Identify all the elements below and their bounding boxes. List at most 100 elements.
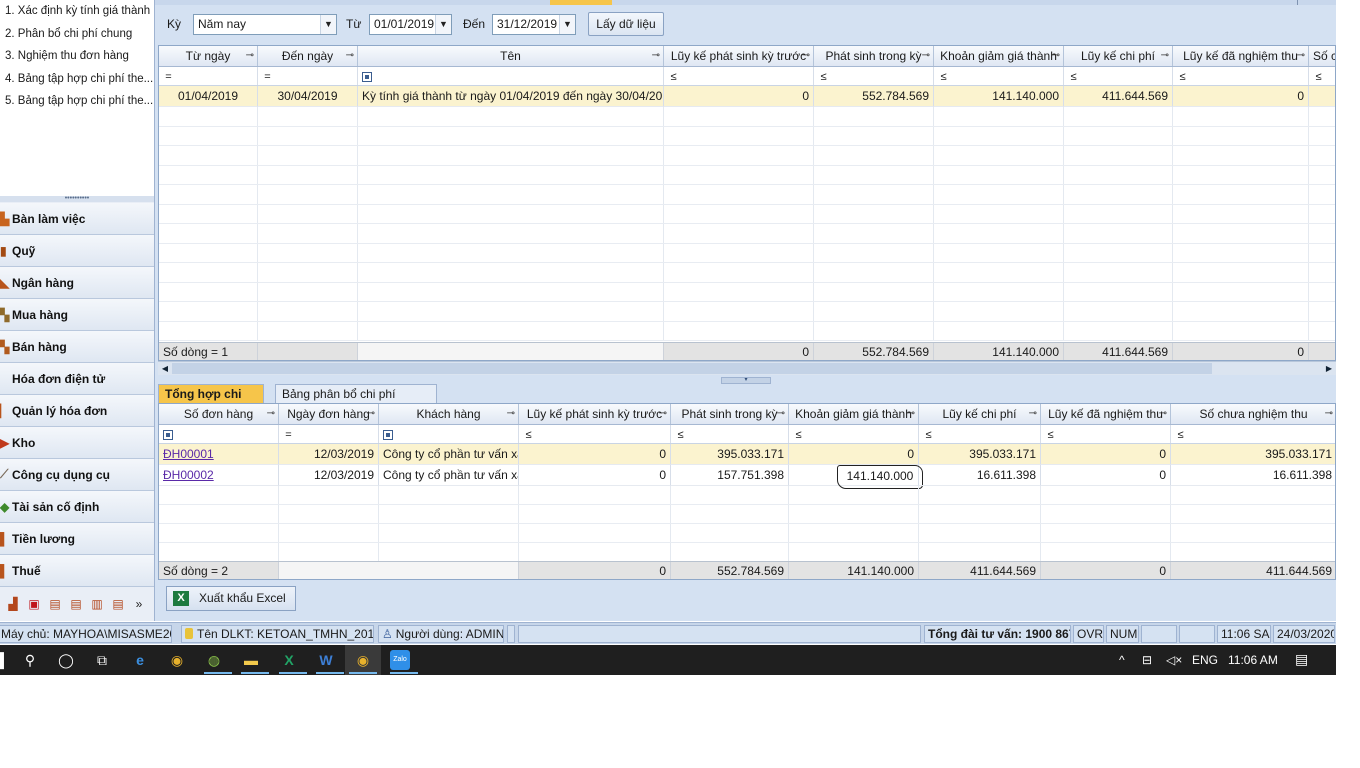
filter-op[interactable]: ≤	[938, 67, 949, 85]
filter-op[interactable]: =	[262, 67, 273, 85]
task-item-2[interactable]: 2. Phân bổ chi phí chung	[0, 23, 154, 46]
filter-cell[interactable]: =	[159, 67, 258, 85]
cell-period-incurred[interactable]: 157.751.398	[671, 465, 789, 486]
col-header-accum-accepted[interactable]: Lũy kế đã nghiệm thu ⊸	[1173, 46, 1309, 66]
notification-icon[interactable]: ▤	[1295, 651, 1308, 668]
task-view-icon[interactable]: ⧉	[92, 650, 112, 670]
filter-cell[interactable]: ≤	[671, 425, 789, 443]
module-tax[interactable]: ▌ Thuế	[0, 555, 154, 587]
cell-accum-cost[interactable]: 395.033.171	[919, 444, 1041, 465]
windows-icon[interactable]: ▌	[0, 650, 14, 670]
word-icon[interactable]: W	[316, 650, 336, 670]
cell-prior-accum[interactable]: 0	[519, 444, 671, 465]
filter-op[interactable]: ≤	[1068, 67, 1079, 85]
order-link[interactable]: ĐH00001	[163, 447, 214, 461]
cell-unaccepted[interactable]: 395.033.171	[1171, 444, 1335, 465]
col-header-customer[interactable]: Khách hàng ⊸	[379, 404, 519, 424]
filter-cell[interactable]: ≤	[1171, 425, 1335, 443]
tab-cost-summary[interactable]: Tổng hợp chi phí	[158, 384, 264, 420]
cell-accum-cost[interactable]: 411.644.569	[1064, 86, 1173, 107]
filter-cell[interactable]	[358, 67, 664, 85]
col-header-prior-accum[interactable]: Lũy kế phát sinh kỳ trước ⊸	[664, 46, 814, 66]
col-header-accum-cost[interactable]: Lũy kế chi phí ⊸	[1064, 46, 1173, 66]
module-asset[interactable]: ◆ Tài sản cố định	[0, 491, 154, 523]
module-warehouse[interactable]: ▶ Kho	[0, 427, 154, 459]
filter-op[interactable]: ≤	[1175, 425, 1186, 443]
cell-unaccepted[interactable]: 16.611.398	[1171, 465, 1335, 486]
order-link[interactable]: ĐH00002	[163, 468, 214, 482]
cell-accum-cost[interactable]: 16.611.398	[919, 465, 1041, 486]
cell-prior-accum[interactable]: 0	[519, 465, 671, 486]
filter-checkbox-icon[interactable]	[383, 430, 393, 440]
scroll-thumb[interactable]	[172, 363, 1212, 374]
filter-op[interactable]: ≤	[675, 425, 686, 443]
export-excel-button[interactable]: X Xuất khẩu Excel	[166, 586, 296, 611]
cell-order-no[interactable]: ĐH00002	[159, 465, 279, 486]
cell-customer[interactable]: Công ty cổ phần tư vấn xâ	[379, 444, 519, 465]
filter-checkbox-icon[interactable]	[362, 72, 372, 82]
active-tab-indicator[interactable]	[550, 0, 612, 5]
filter-cell[interactable]: ≤	[1309, 67, 1335, 85]
cell-order-no[interactable]: ĐH00001	[159, 444, 279, 465]
pin-icon[interactable]: ⊸	[922, 46, 930, 66]
pin-icon[interactable]: ⊸	[267, 404, 275, 424]
col-header-accum-accepted[interactable]: Lũy kế đã nghiệm thu ⊸	[1041, 404, 1171, 424]
pin-icon[interactable]: ⊸	[1159, 404, 1167, 424]
volume-icon[interactable]: ◁×	[1166, 653, 1182, 667]
table-row[interactable]: ĐH00001 12/03/2019 Công ty cổ phần tư vấ…	[159, 444, 1335, 465]
filter-cell[interactable]	[379, 425, 519, 443]
filter-cell[interactable]: ≤	[1064, 67, 1173, 85]
to-date-input[interactable]: 31/12/2019 ▼	[492, 14, 576, 35]
filter-cell[interactable]: ≤	[934, 67, 1064, 85]
filter-op[interactable]: ≤	[1045, 425, 1056, 443]
file-explorer-icon[interactable]: ▬	[241, 650, 261, 670]
table-row[interactable]: 01/04/2019 30/04/2019 Kỳ tính giá thành …	[159, 86, 1335, 107]
col-header-period-incurred[interactable]: Phát sinh trong kỳ ⊸	[671, 404, 789, 424]
taskbar-clock[interactable]: 11:06 AM	[1228, 653, 1278, 667]
filter-op[interactable]: ≤	[1177, 67, 1188, 85]
mini-module-icon[interactable]: ▤	[109, 597, 127, 611]
mini-module-icon[interactable]: ▣	[25, 597, 43, 611]
pin-icon[interactable]: ⊸	[1029, 404, 1037, 424]
filter-op[interactable]: ≤	[1313, 67, 1324, 85]
col-header-remaining[interactable]: Số c	[1309, 46, 1335, 66]
scroll-right-icon[interactable]: ▶	[1322, 362, 1336, 375]
filter-op[interactable]: ≤	[668, 67, 679, 85]
network-icon[interactable]: ⊟	[1142, 653, 1152, 667]
mini-module-icon[interactable]: ▥	[88, 597, 106, 611]
pin-icon[interactable]: ⊸	[1161, 46, 1169, 66]
cell-period-incurred[interactable]: 552.784.569	[814, 86, 934, 107]
filter-cell[interactable]: ≤	[789, 425, 919, 443]
cortana-icon[interactable]: ◯	[56, 650, 76, 670]
module-cash[interactable]: ▮ Quỹ	[0, 235, 154, 267]
period-select[interactable]: Năm nay ▼	[193, 14, 337, 35]
filter-cell[interactable]	[159, 425, 279, 443]
tab-overhead-allocation[interactable]: Bảng phân bổ chi phí chung	[275, 384, 437, 420]
filter-op[interactable]: ≤	[818, 67, 829, 85]
scroll-left-icon[interactable]: ◀	[158, 362, 172, 375]
task-item-4[interactable]: 4. Bảng tập hợp chi phí the...	[0, 68, 154, 91]
language-indicator[interactable]: ENG	[1192, 653, 1218, 667]
module-purchase[interactable]: ▚ Mua hàng	[0, 299, 154, 331]
module-invoice[interactable]: ▏ Quản lý hóa đơn	[0, 395, 154, 427]
filter-checkbox-icon[interactable]	[163, 430, 173, 440]
filter-cell[interactable]: ≤	[664, 67, 814, 85]
mini-module-icon[interactable]: ▟	[4, 597, 22, 611]
module-einvoice[interactable]: Hóa đơn điện tử	[0, 363, 154, 395]
col-header-order-no[interactable]: Số đơn hàng ⊸	[159, 404, 279, 424]
col-header-from-date[interactable]: Từ ngày ⊸	[159, 46, 258, 66]
cell-accum-accepted[interactable]: 0	[1041, 444, 1171, 465]
pin-icon[interactable]: ⊸	[246, 46, 254, 66]
col-header-name[interactable]: Tên ⊸	[358, 46, 664, 66]
cell-cost-reduction[interactable]: 141.140.000	[934, 86, 1064, 107]
col-header-to-date[interactable]: Đến ngày ⊸	[258, 46, 358, 66]
pin-icon[interactable]: ⊸	[1325, 404, 1333, 424]
cell-to-date[interactable]: 30/04/2019	[258, 86, 358, 107]
module-desk[interactable]: ▙ Bàn làm việc	[0, 203, 154, 235]
col-header-order-date[interactable]: Ngày đơn hàng ⊸	[279, 404, 379, 424]
filter-op[interactable]: =	[163, 67, 174, 85]
cell-cost-reduction[interactable]: 0	[789, 444, 919, 465]
filter-cell[interactable]: =	[279, 425, 379, 443]
filter-op[interactable]: =	[283, 425, 294, 443]
cell-customer[interactable]: Công ty cổ phần tư vấn xâ	[379, 465, 519, 486]
